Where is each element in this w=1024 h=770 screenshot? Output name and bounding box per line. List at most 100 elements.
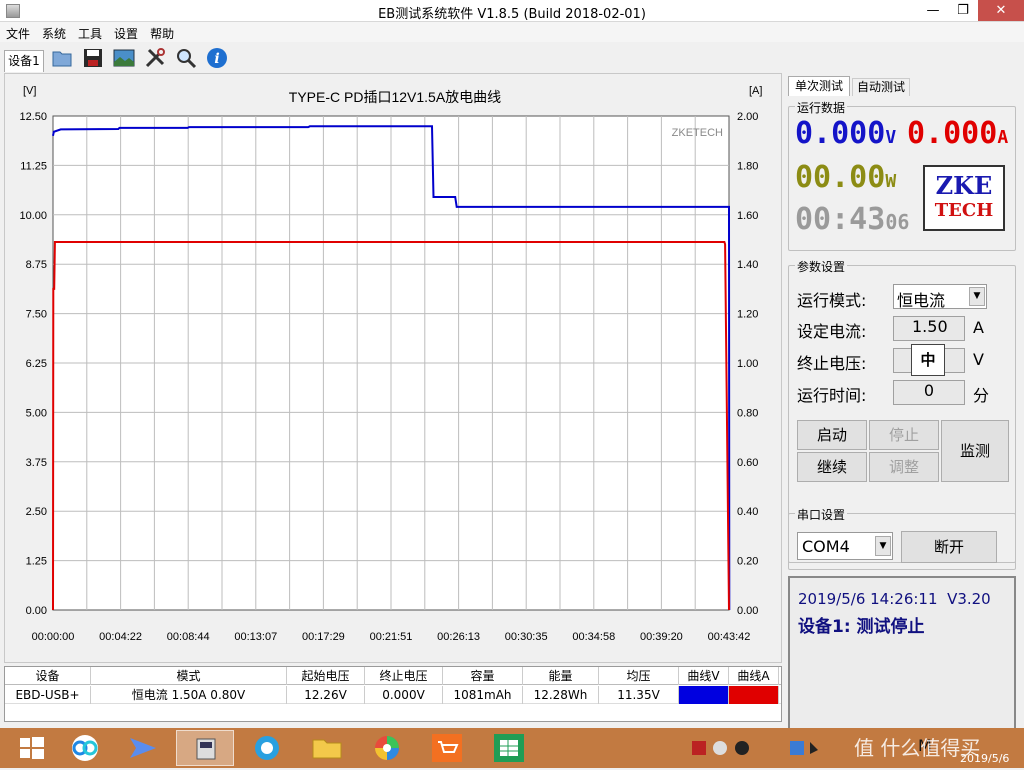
table-header-cell[interactable]: 曲线A xyxy=(729,667,779,685)
minimize-button[interactable]: — xyxy=(918,0,948,21)
ime-indicator[interactable]: 中 xyxy=(911,344,945,376)
open-folder-icon[interactable] xyxy=(50,46,74,70)
table-row[interactable]: EBD-USB+ 恒电流 1.50A 0.80V 12.26V 0.000V 1081m… xyxy=(5,686,781,704)
chevron-down-icon[interactable]: ▼ xyxy=(969,287,985,306)
table-header-cell[interactable]: 容量 xyxy=(443,667,523,685)
y-right-unit: [A] xyxy=(749,85,762,97)
elapsed-time-readout: 00:4306 xyxy=(795,205,909,235)
table-cell: 恒电流 1.50A 0.80V xyxy=(91,686,287,704)
current-unit: A xyxy=(997,127,1009,148)
chart-title: TYPE-C PD插口12V1.5A放电曲线 xyxy=(289,89,501,105)
run-data-group: 运行数据 0.000V 0.000A 00.00W 00:4306 ZKE TE… xyxy=(788,99,1016,251)
chart-panel: TYPE-C PD插口12V1.5A放电曲线 [V] [A] 12.50 2.00… xyxy=(4,73,782,663)
status-version: V3.20 xyxy=(947,590,991,608)
y-left-tick-label: 12.50 xyxy=(19,111,47,123)
y-left-tick-label: 2.50 xyxy=(26,506,47,518)
info-icon[interactable]: i xyxy=(205,46,229,70)
runtime-field[interactable]: 0 xyxy=(893,380,965,405)
table-header-cell[interactable]: 终止电压 xyxy=(365,667,443,685)
y-right-tick-label: 0.20 xyxy=(737,556,758,568)
table-cell: 0.000V xyxy=(365,686,443,704)
save-icon[interactable] xyxy=(81,46,105,70)
table-header-cell[interactable]: 设备 xyxy=(5,667,91,685)
window-title: EB测试系统软件 V1.8.5 (Build 2018-02-01) xyxy=(378,7,646,22)
status-text: 设备1: 测试停止 xyxy=(798,617,925,637)
chevron-down-icon[interactable]: ▼ xyxy=(875,536,891,556)
voltage-value: 0.000 xyxy=(795,116,886,151)
table-cell: 11.35V xyxy=(599,686,679,704)
x-tick-label: 00:04:22 xyxy=(99,631,142,643)
continue-button[interactable]: 继续 xyxy=(797,452,867,482)
y-right-tick-label: 1.20 xyxy=(737,309,758,321)
spreadsheet-icon[interactable] xyxy=(484,730,534,766)
file-explorer-icon[interactable] xyxy=(302,730,352,766)
eb-software-icon xyxy=(196,738,216,760)
maximize-button[interactable]: ❐ xyxy=(948,0,978,21)
menu-file[interactable]: 文件 xyxy=(0,22,36,42)
voltage-unit: V xyxy=(885,127,897,148)
table-cell: 12.28Wh xyxy=(523,686,599,704)
menu-tools[interactable]: 工具 xyxy=(72,22,108,42)
table-header-cell[interactable]: 起始电压 xyxy=(287,667,365,685)
mode-value: 恒电流 xyxy=(897,291,946,310)
table-header-cell[interactable]: 模式 xyxy=(91,667,287,685)
curve-color-swatch xyxy=(729,686,779,704)
y-left-tick-label: 0.00 xyxy=(26,605,47,617)
y-right-tick-label: 0.60 xyxy=(737,457,758,469)
taskbar: M 值 什么值得买 2019/5/6 xyxy=(0,728,1024,768)
x-tick-label: 00:00:00 xyxy=(32,631,75,643)
table-header: 设备 模式 起始电压 终止电压 容量 能量 均压 曲线V 曲线A xyxy=(5,667,781,685)
search-icon[interactable] xyxy=(174,46,198,70)
menu-help[interactable]: 帮助 xyxy=(144,22,180,42)
feishu-icon[interactable] xyxy=(118,730,168,766)
y-left-unit: [V] xyxy=(23,85,36,97)
shopping-cart-icon[interactable] xyxy=(422,730,472,766)
tab-auto-test[interactable]: 自动测试 xyxy=(852,78,910,96)
y-left-tick-label: 1.25 xyxy=(26,556,47,568)
logo-bottom: TECH xyxy=(934,200,994,221)
mode-select[interactable]: 恒电流 ▼ xyxy=(893,284,987,310)
tab-device-1[interactable]: 设备1 xyxy=(4,50,44,72)
clock-date[interactable]: 2019/5/6 xyxy=(960,752,1009,765)
cutoff-label: 终止电压: xyxy=(797,354,867,373)
table-header-cell[interactable]: 均压 xyxy=(599,667,679,685)
runtime-unit: 分 xyxy=(973,386,990,405)
curve-color-swatch xyxy=(679,686,729,704)
y-left-tick-label: 3.75 xyxy=(26,457,47,469)
start-button[interactable]: 启动 xyxy=(797,420,867,450)
y-left-tick-label: 11.25 xyxy=(20,160,47,172)
y-left-tick-label: 5.00 xyxy=(26,407,47,419)
close-button[interactable]: ✕ xyxy=(978,0,1024,21)
disconnect-button[interactable]: 断开 xyxy=(901,531,997,563)
tools-icon[interactable] xyxy=(143,46,167,70)
table-header-cell[interactable]: 曲线V xyxy=(679,667,729,685)
power-readout: 00.00W xyxy=(795,163,896,193)
adjust-button[interactable]: 调整 xyxy=(869,452,939,482)
mode-label: 运行模式: xyxy=(797,291,867,310)
pinwheel-icon[interactable] xyxy=(362,730,412,766)
image-icon[interactable] xyxy=(112,46,136,70)
browser-icon[interactable] xyxy=(242,730,292,766)
monitor-button[interactable]: 监测 xyxy=(941,420,1009,482)
discharge-chart: TYPE-C PD插口12V1.5A放电曲线 [V] [A] 12.50 2.00… xyxy=(19,85,762,643)
tab-single-test[interactable]: 单次测试 xyxy=(788,76,850,96)
status-line-1: 2019/5/6 14:26:11 V3.20 xyxy=(798,590,991,608)
status-time: 2019/5/6 14:26:11 xyxy=(798,590,938,608)
com-port-select[interactable]: COM4 ▼ xyxy=(797,532,893,560)
power-value: 00.00 xyxy=(795,160,886,195)
system-tray-icons[interactable] xyxy=(690,738,820,758)
stop-button[interactable]: 停止 xyxy=(869,420,939,450)
y-right-tick-label: 0.80 xyxy=(737,407,758,419)
chart-watermark: ZKETECH xyxy=(672,127,723,139)
windows-start-icon[interactable] xyxy=(6,730,56,766)
table-header-cell[interactable]: 能量 xyxy=(523,667,599,685)
baidu-netdisk-icon[interactable] xyxy=(60,730,110,766)
menu-settings[interactable]: 设置 xyxy=(108,22,144,42)
set-current-field[interactable]: 1.50 xyxy=(893,316,965,341)
table-cell: 1081mAh xyxy=(443,686,523,704)
voltage-readout: 0.000V xyxy=(795,119,896,149)
menu-system[interactable]: 系统 xyxy=(36,22,72,42)
power-unit: W xyxy=(885,171,897,192)
eb-software-task[interactable] xyxy=(176,730,234,766)
y-right-tick-label: 1.40 xyxy=(737,259,758,271)
